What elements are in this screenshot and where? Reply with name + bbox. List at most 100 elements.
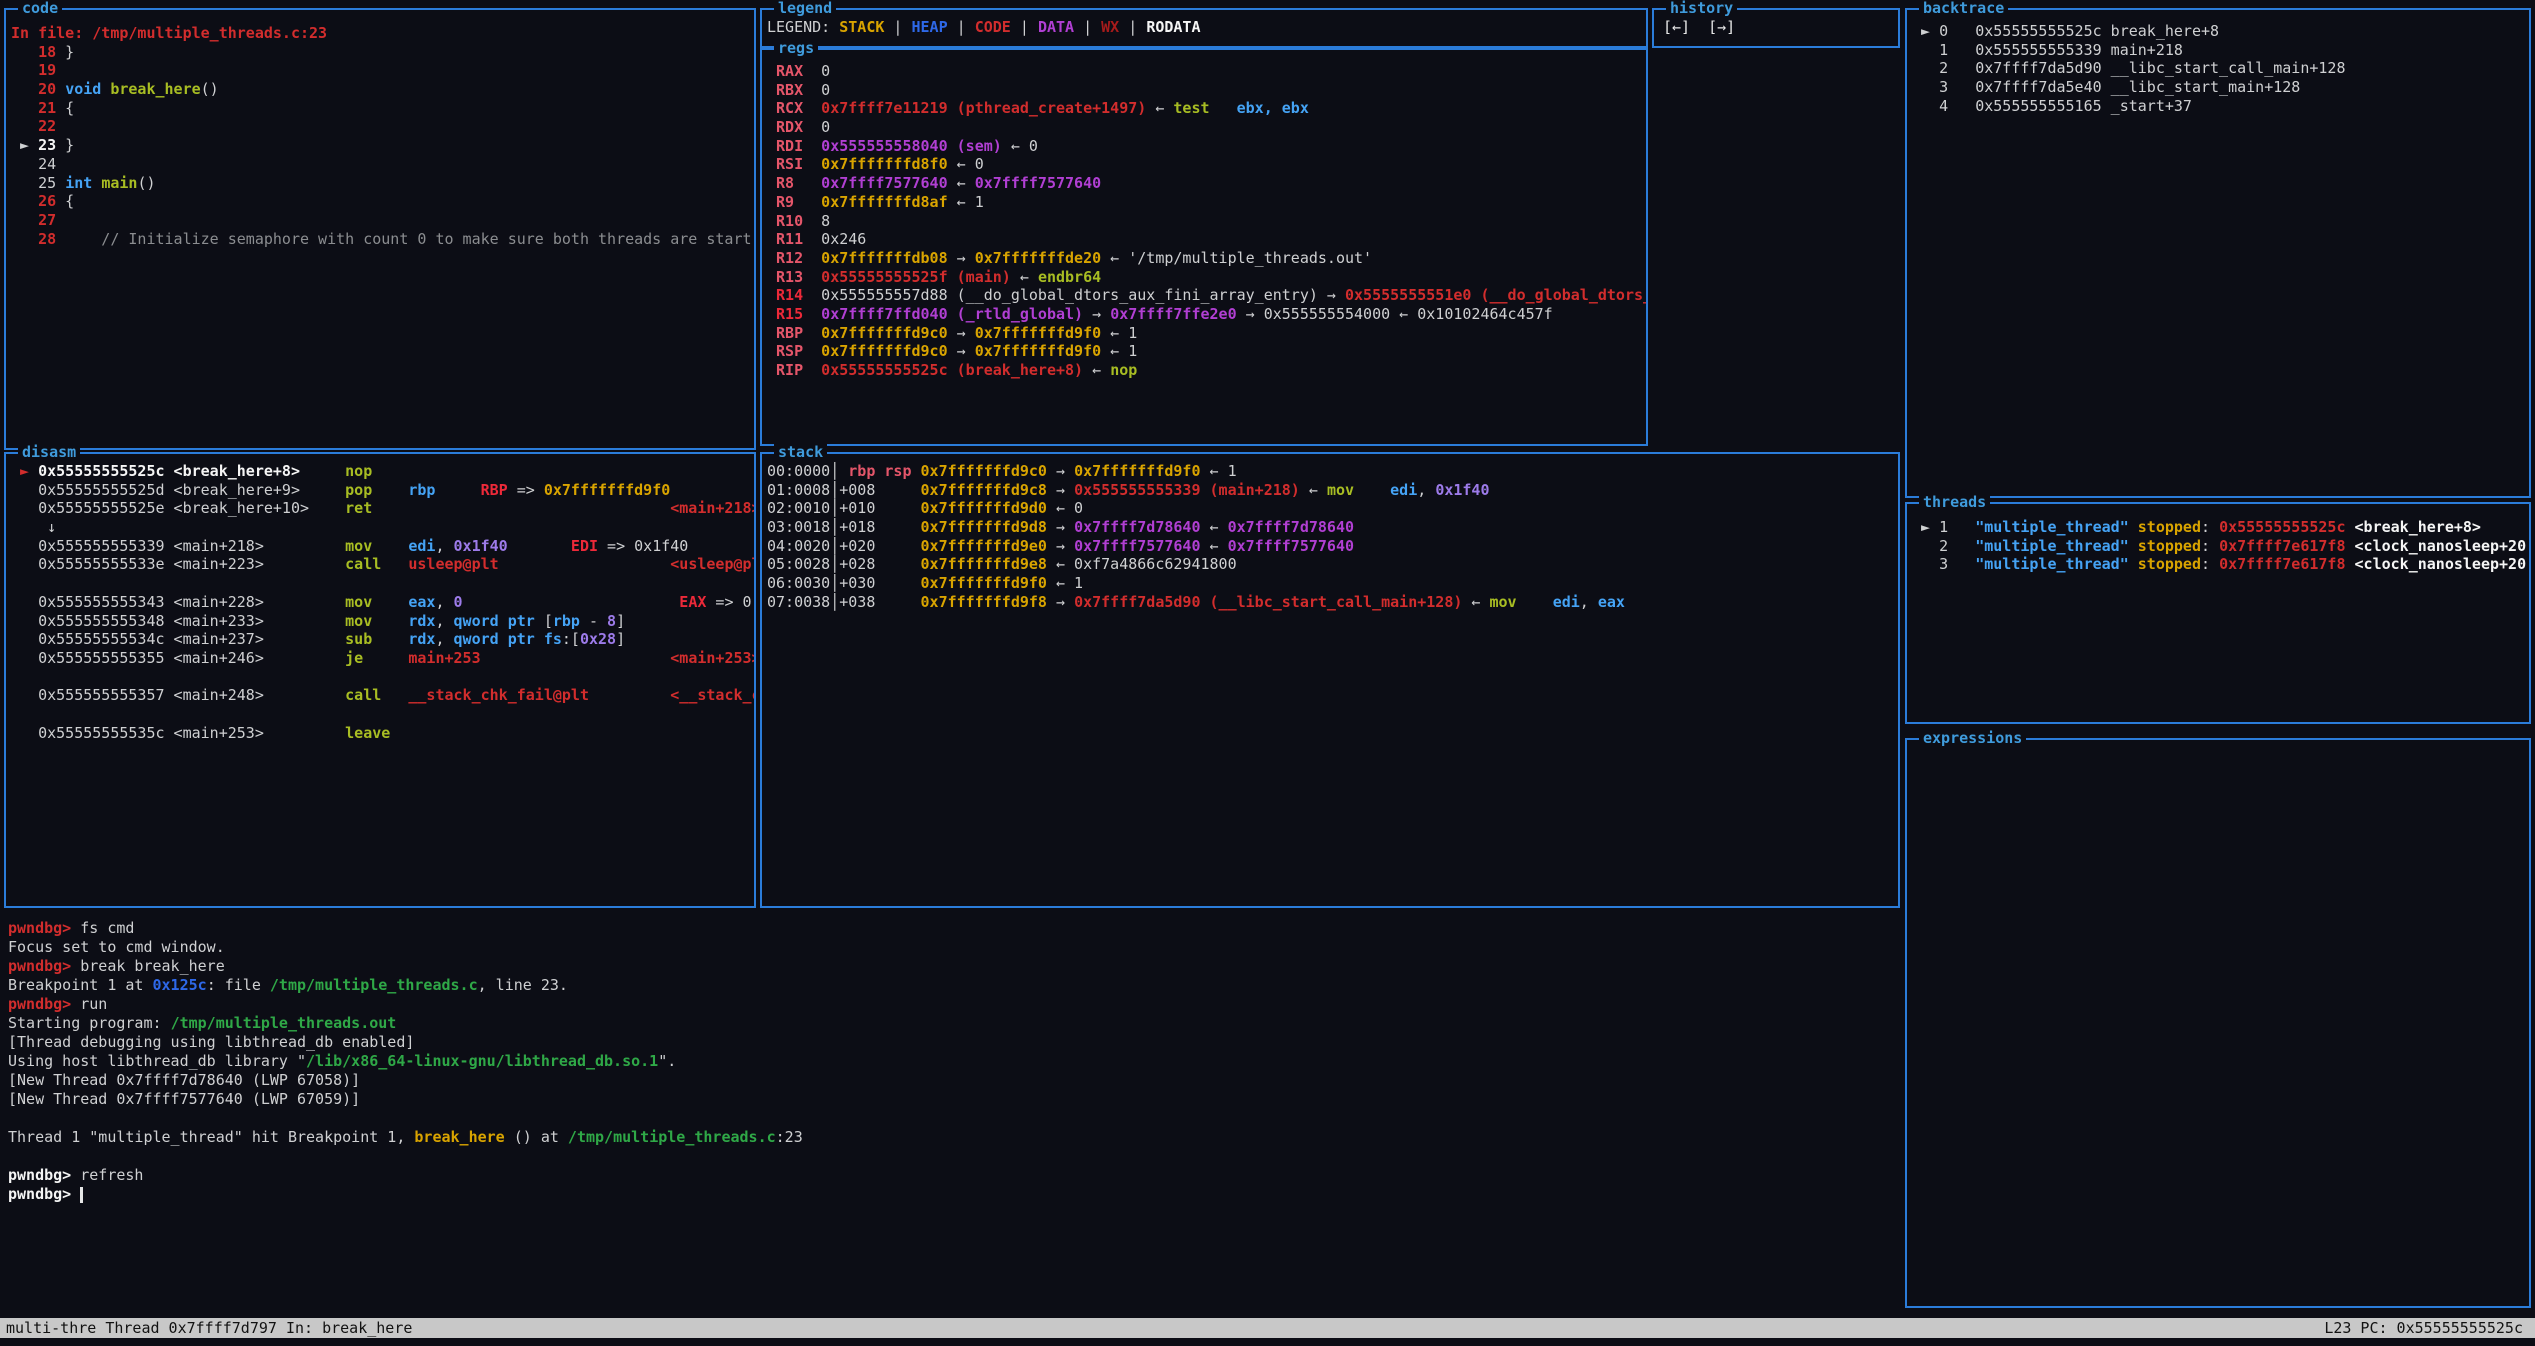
line: 0x555555555355 <main+246> je main+253 <m… (11, 649, 752, 668)
text-segment (101, 80, 110, 98)
panel-legend: legend LEGEND: STACK | HEAP | CODE | DAT… (760, 8, 1648, 48)
text-segment: 0x1f40 (454, 537, 508, 555)
text-segment: edi (408, 537, 435, 555)
text-segment: RIP (767, 361, 803, 379)
text-segment: => (508, 481, 544, 499)
text-segment: → (1047, 518, 1074, 536)
text-segment: STACK (839, 18, 884, 36)
text-segment: RBP (767, 324, 803, 342)
text-segment: RCX (767, 99, 803, 117)
text-segment: [New Thread 0x7ffff7577640 (LWP 67059)] (8, 1090, 360, 1108)
text-segment: stopped (2138, 518, 2201, 536)
text-segment: RODATA (1146, 18, 1200, 36)
text-segment: R14 (767, 286, 803, 304)
text-segment: pwndbg> (8, 995, 80, 1013)
text-segment: ← (1201, 518, 1228, 536)
line: 3 0x7ffff7da5e40 __libc_start_main+128 (1912, 78, 2527, 97)
text-segment: pwndbg> (8, 1185, 80, 1203)
text-segment (1517, 593, 1553, 611)
text-segment (508, 537, 571, 555)
text-segment: Breakpoint 1 at (8, 976, 153, 994)
text-segment: Using host libthread_db library " (8, 1052, 306, 1070)
text-segment: , (435, 612, 453, 630)
text-segment: , line 23. (478, 976, 568, 994)
text-segment: R11 (767, 230, 803, 248)
text-segment: int (65, 174, 92, 192)
text-segment: 0x55555555525f (main) (803, 268, 1011, 286)
text-segment: 0x55555555525c <break_here+8> (38, 462, 300, 480)
text-segment (381, 555, 408, 573)
line: RSI 0x7fffffffd8f0 ← 0 (767, 155, 1644, 174)
text-segment: LEGEND: (767, 18, 839, 36)
text-segment: 0x555555555343 <main+228> (11, 593, 345, 611)
text-segment: :[ (562, 630, 580, 648)
text-segment: WX (1101, 18, 1119, 36)
text-segment: 01:0008│+008 (767, 481, 921, 499)
text-segment: → (948, 342, 975, 360)
terminal-output[interactable]: pwndbg> fs cmdFocus set to cmd window.pw… (8, 919, 2528, 1204)
text-segment: 0x555555555355 <main+246> (11, 649, 345, 667)
text-segment: fs (544, 630, 562, 648)
text-segment: rdx (408, 630, 435, 648)
line: Starting program: /tmp/multiple_threads.… (8, 1014, 2528, 1033)
text-segment: qword ptr (454, 612, 535, 630)
text-segment: 23 (38, 136, 56, 154)
text-segment (435, 481, 480, 499)
text-segment (92, 174, 101, 192)
text-segment: : (2201, 537, 2219, 555)
text-segment: 0x7ffff7577640 (1228, 537, 1354, 555)
line: 24 (11, 155, 752, 174)
text-segment: 0x55555555534c <main+237> (11, 630, 345, 648)
text-segment: je (345, 649, 363, 667)
line: 2 0x7ffff7da5d90 __libc_start_call_main+… (1912, 59, 2527, 78)
text-segment: nop (1110, 361, 1137, 379)
panel-code-content: In file: /tmp/multiple_threads.c:23 18 }… (6, 10, 754, 448)
text-segment: 8 (607, 612, 616, 630)
text-segment: nop (345, 462, 372, 480)
text-segment: 0x5555555551e0 (__do_global_dtors_aux) (1345, 286, 1646, 304)
pwndbg-screen: code In file: /tmp/multiple_threads.c:23… (0, 0, 2535, 1346)
text-segment (2346, 518, 2355, 536)
line: RBX 0 (767, 81, 1644, 100)
line: [Thread debugging using libthread_db ena… (8, 1033, 2528, 1052)
text-segment: <break_here+8> (2355, 518, 2481, 536)
line: 18 } (11, 43, 752, 62)
text-segment: ← (1201, 537, 1228, 555)
line: pwndbg> refresh (8, 1166, 2528, 1185)
history-forward-button[interactable]: [→] (1708, 18, 1735, 46)
text-segment: void (65, 80, 101, 98)
line: [New Thread 0x7ffff7577640 (LWP 67059)] (8, 1090, 2528, 1109)
text-segment (363, 649, 408, 667)
line: ► 0 0x55555555525c break_here+8 (1912, 22, 2527, 41)
text-segment: ← (1300, 481, 1327, 499)
text-segment: 0 (454, 593, 463, 611)
history-back-button[interactable]: [←] (1663, 18, 1690, 46)
text-segment (2129, 555, 2138, 573)
text-segment: 18 (11, 43, 56, 61)
text-segment: 0x7fffffffd9f0 (975, 324, 1101, 342)
line: RBP 0x7fffffffd9c0 → 0x7fffffffd9f0 ← 1 (767, 324, 1644, 343)
text-segment: usleep@plt (408, 555, 498, 573)
text-segment: leave (345, 724, 390, 742)
text-segment: ] (616, 630, 625, 648)
panel-regs: regs RAX 0 RBX 0 RCX 0x7ffff7e11219 (pth… (760, 48, 1648, 446)
text-segment: 03:0018│+018 (767, 518, 921, 536)
text-segment: /tmp/multiple_threads.c (568, 1128, 776, 1146)
text-segment: R13 (767, 268, 803, 286)
text-segment: 0x7ffff7ffe2e0 (1110, 305, 1236, 323)
text-segment: 06:0030│+030 (767, 574, 921, 592)
text-segment: 0 (803, 62, 830, 80)
text-segment: 0x7fffffffd9d8 (921, 518, 1047, 536)
line: RDX 0 (767, 118, 1644, 137)
text-segment: ← 0xf7a4866c62941800 (1047, 555, 1237, 573)
text-segment: test (1173, 99, 1209, 117)
line: 01:0008│+008 0x7fffffffd9c8 → 0x55555555… (767, 481, 1896, 500)
line: pwndbg> run (8, 995, 2528, 1014)
text-segment (2129, 518, 2138, 536)
text-segment: 0x55555555533e <main+223> (11, 555, 345, 573)
text-segment: 0x7ffff7577640 (975, 174, 1101, 192)
text-segment: | (1119, 18, 1146, 36)
text-segment: stopped (2138, 555, 2201, 573)
line: 0x555555555343 <main+228> mov eax, 0 EAX… (11, 593, 752, 612)
text-segment: 0x7fffffffdb08 (803, 249, 948, 267)
